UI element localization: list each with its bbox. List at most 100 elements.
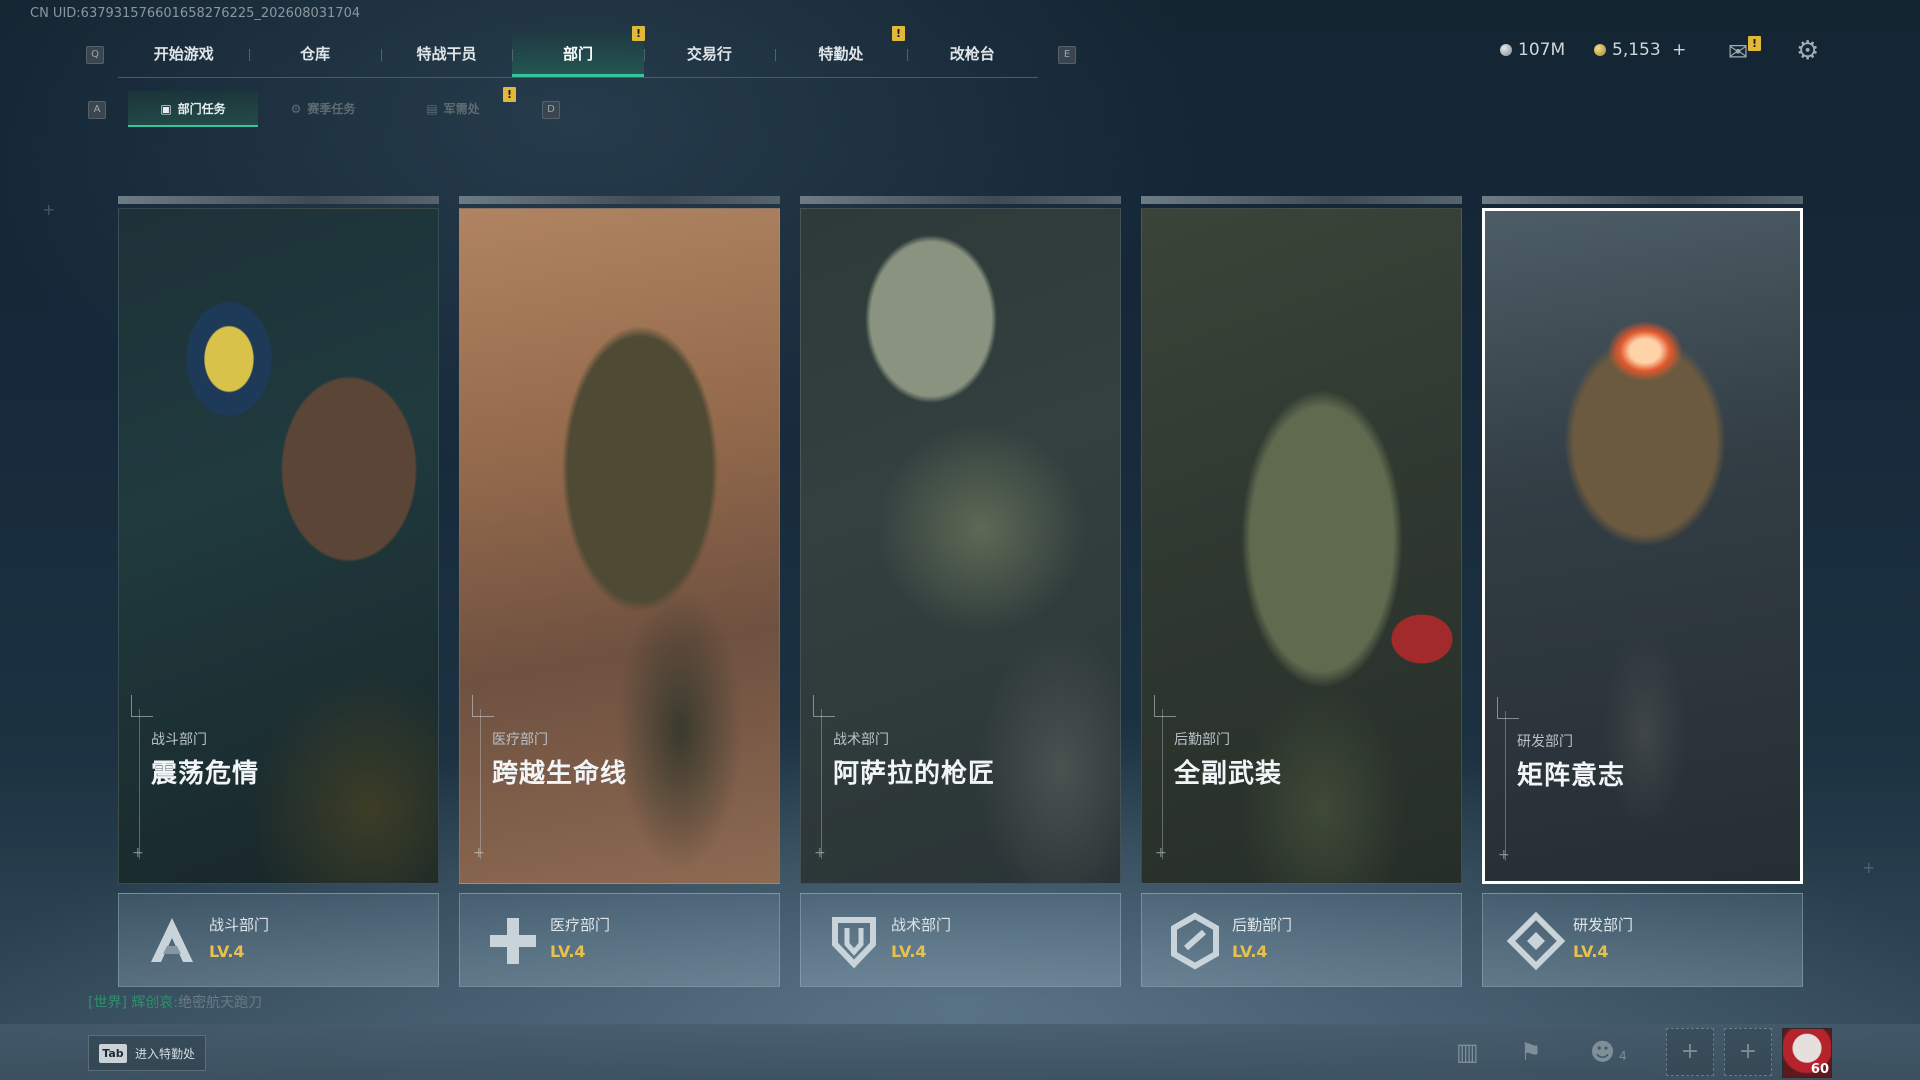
tab-trading[interactable]: 交易行: [643, 31, 775, 77]
department-card-tactical[interactable]: 战术部门 阿萨拉的枪匠 +: [800, 196, 1121, 884]
card-dept-label: 战斗部门: [151, 732, 207, 748]
tab-start-game[interactable]: 开始游戏: [118, 31, 249, 77]
tab-hint-label: 进入特勤处: [135, 1047, 196, 1061]
player-avatar[interactable]: 60: [1782, 1028, 1832, 1078]
squad-slot-1[interactable]: +: [1666, 1028, 1714, 1076]
card-dept-label: 研发部门: [1517, 734, 1573, 750]
card-dept-label: 后勤部门: [1174, 732, 1230, 748]
dept-level-tactical[interactable]: 战术部门 LV.4: [800, 893, 1121, 987]
tab-department[interactable]: 部门: [512, 31, 644, 77]
player-uid: CN UID:637931576601658276225_20260803170…: [30, 6, 361, 21]
sub-nav: ▣ 部门任务 ⚙ 赛季任务 ▤ 军需处: [128, 91, 518, 127]
chat-channel: [世界]: [88, 995, 127, 1011]
key-d-hint: D: [542, 101, 560, 119]
department-card-rnd[interactable]: 研发部门 矩阵意志 +: [1482, 196, 1803, 884]
bottom-bar: [0, 1024, 1920, 1080]
medical-art: 医疗部门 跨越生命线 +: [459, 208, 780, 884]
card-plus-deco: +: [1498, 847, 1510, 863]
gold-coin-icon: [1594, 44, 1606, 56]
dept-level-logistics[interactable]: 后勤部门 LV.4: [1141, 893, 1462, 987]
mail-alert-icon: !: [1748, 36, 1761, 51]
card-line-deco: [480, 709, 481, 859]
game-screen: { "uid": "CN UID:637931576601658276225_2…: [0, 0, 1920, 1080]
rnd-art: 研发部门 矩阵意志 +: [1482, 208, 1803, 884]
dept-level: LV.4: [1573, 942, 1609, 961]
subtab-quartermaster[interactable]: ▤ 军需处: [388, 91, 518, 127]
card-frame: [1482, 196, 1803, 204]
medical-emblem-icon: [490, 918, 536, 964]
card-plus-deco: +: [473, 845, 485, 861]
season-icon: ⚙: [290, 102, 302, 116]
card-frame: [118, 196, 439, 204]
flag-icon[interactable]: ⚑: [1520, 1038, 1542, 1066]
card-dept-label: 医疗部门: [492, 732, 548, 748]
card-line-deco: [821, 709, 822, 859]
card-corner-deco: [1154, 695, 1176, 717]
tab-warehouse[interactable]: 仓库: [249, 31, 380, 77]
card-corner-deco: [472, 695, 494, 717]
card-corner-deco: [813, 695, 835, 717]
dept-level: LV.4: [1232, 942, 1268, 961]
enter-special-ops-button[interactable]: Tab 进入特勤处: [88, 1035, 206, 1071]
department-card-logistics[interactable]: 后勤部门 全副武装 +: [1141, 196, 1462, 884]
dept-name: 研发部门: [1573, 916, 1634, 934]
dept-name: 医疗部门: [550, 916, 611, 934]
silver-currency[interactable]: 107M: [1500, 40, 1565, 60]
dept-level: LV.4: [550, 942, 586, 961]
department-card-combat[interactable]: 战斗部门 震荡危情 +: [118, 196, 439, 884]
card-line-deco: [139, 709, 140, 859]
key-q-hint: Q: [86, 46, 104, 64]
settings-gear-icon[interactable]: ⚙: [1796, 36, 1819, 66]
add-gold-button[interactable]: +: [1672, 40, 1686, 60]
card-frame: [1141, 196, 1462, 204]
subtab-season-tasks[interactable]: ⚙ 赛季任务: [258, 91, 388, 127]
rnd-emblem-icon: [1506, 911, 1566, 971]
dept-name: 战斗部门: [209, 916, 270, 934]
dept-level-rnd[interactable]: 研发部门 LV.4: [1482, 893, 1803, 987]
stats-chart-icon[interactable]: ▥: [1456, 1038, 1479, 1066]
dept-level-combat[interactable]: 战斗部门 LV.4: [118, 893, 439, 987]
card-title: 阿萨拉的枪匠: [833, 759, 996, 789]
tab-operators[interactable]: 特战干员: [380, 31, 512, 77]
deco-plus: +: [1862, 858, 1876, 877]
tactical-art: 战术部门 阿萨拉的枪匠 +: [800, 208, 1121, 884]
card-frame: [800, 196, 1121, 204]
card-corner-deco: [131, 695, 153, 717]
card-corner-deco: [1497, 697, 1519, 719]
chat-sender: 辉创哀:: [131, 995, 179, 1011]
squad-slot-2[interactable]: +: [1724, 1028, 1772, 1076]
dept-level-medical[interactable]: 医疗部门 LV.4: [459, 893, 780, 987]
combat-art: 战斗部门 震荡危情 +: [118, 208, 439, 884]
gold-currency[interactable]: 5,153 +: [1594, 40, 1686, 60]
card-line-deco: [1505, 711, 1506, 861]
card-plus-deco: +: [132, 845, 144, 861]
chat-message: 绝密航天跑刀: [178, 995, 263, 1011]
key-e-hint: E: [1058, 46, 1076, 64]
card-title: 全副武装: [1174, 759, 1283, 789]
card-dept-label: 战术部门: [833, 732, 889, 748]
dept-level: LV.4: [209, 942, 245, 961]
card-plus-deco: +: [814, 845, 826, 861]
card-title: 震荡危情: [151, 759, 260, 789]
tactical-emblem-icon: [832, 917, 876, 969]
quartermaster-icon: ▤: [426, 102, 438, 116]
tab-key-hint: Tab: [99, 1044, 127, 1063]
tab-gunsmith[interactable]: 改枪台: [906, 31, 1038, 77]
key-a-hint: A: [88, 101, 106, 119]
card-line-deco: [1162, 709, 1163, 859]
task-list-icon: ▣: [160, 102, 172, 116]
department-card-medical[interactable]: 医疗部门 跨越生命线 +: [459, 196, 780, 884]
friends-icon[interactable]: ☻ 4: [1590, 1038, 1627, 1066]
dept-name: 后勤部门: [1232, 916, 1293, 934]
tab-special-ops[interactable]: 特勤处: [775, 31, 906, 77]
combat-emblem-icon: [151, 918, 193, 962]
card-title: 矩阵意志: [1517, 761, 1626, 791]
quartermaster-alert-icon: !: [503, 87, 516, 102]
card-frame: [459, 196, 780, 204]
card-title: 跨越生命线: [492, 759, 628, 789]
subtab-department-tasks[interactable]: ▣ 部门任务: [128, 91, 258, 127]
dept-name: 战术部门: [891, 916, 952, 934]
mail-icon[interactable]: ✉: [1728, 38, 1748, 66]
world-chat-line[interactable]: [世界] 辉创哀:绝密航天跑刀: [88, 992, 262, 1012]
card-plus-deco: +: [1155, 845, 1167, 861]
